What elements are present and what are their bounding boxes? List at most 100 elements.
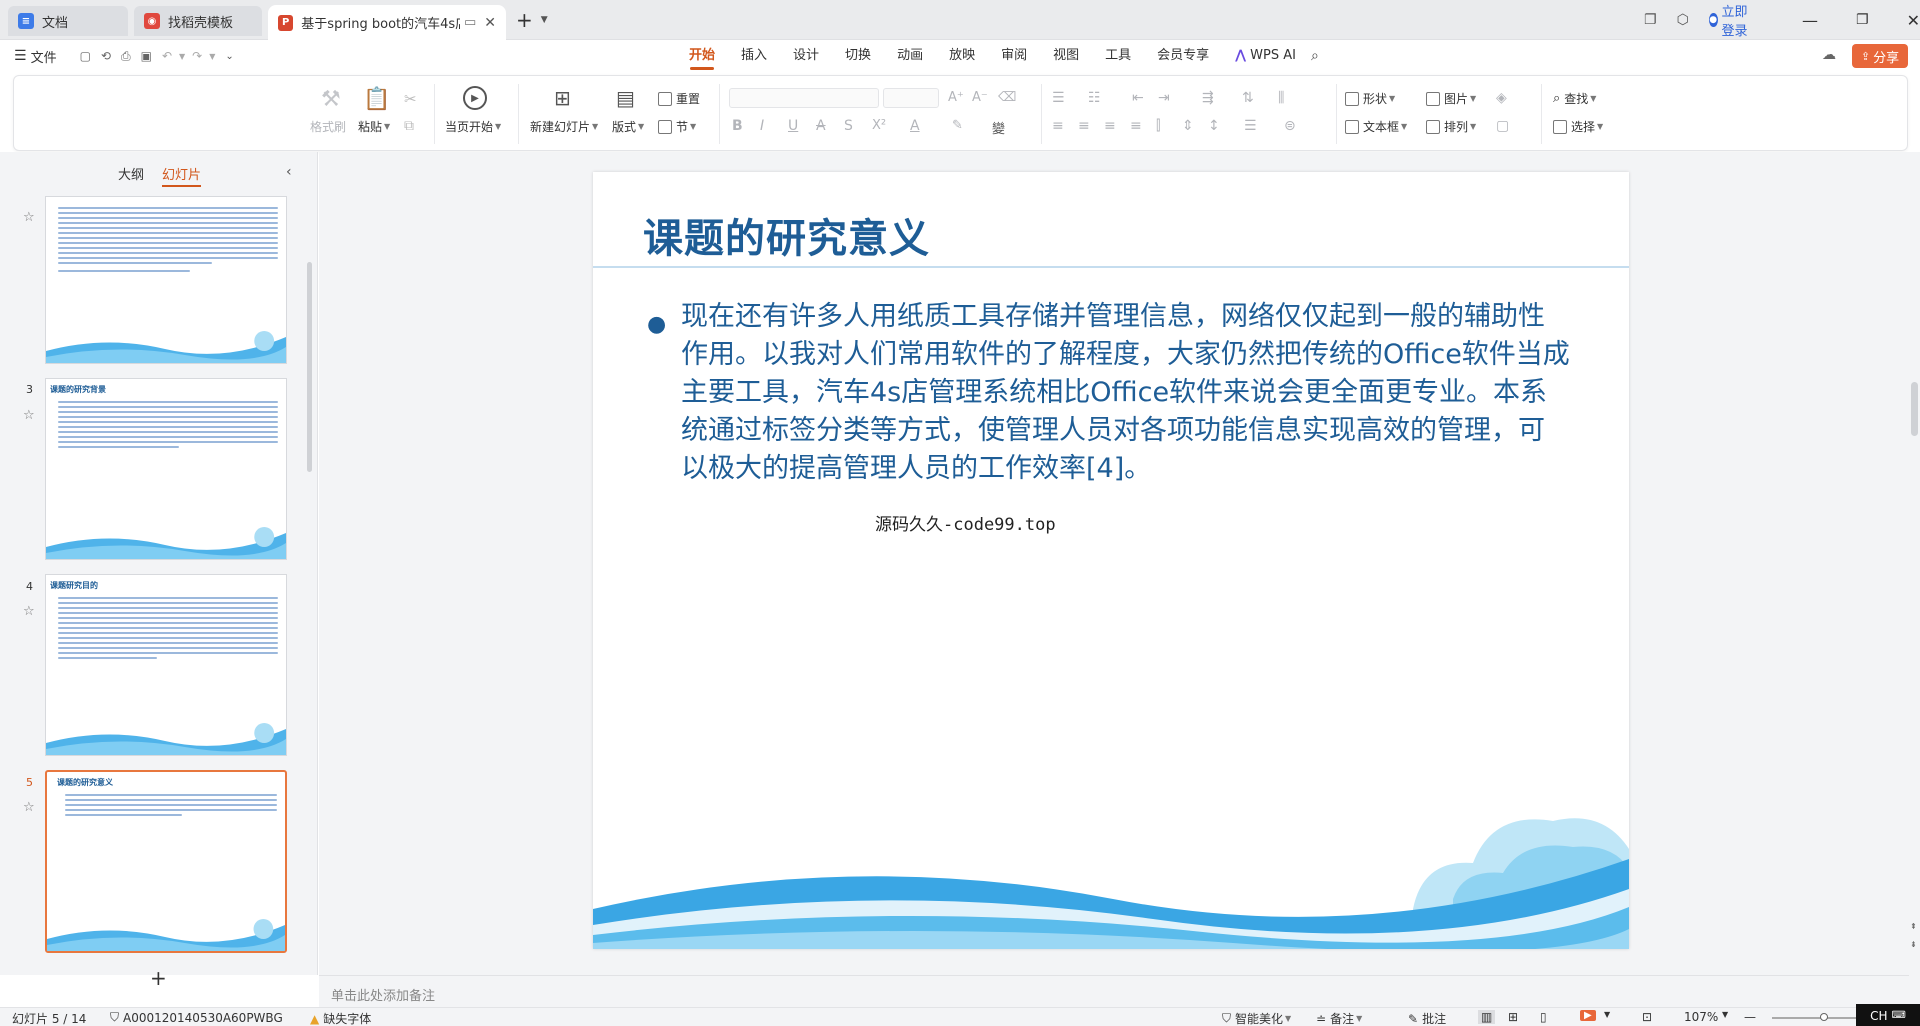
window-close-icon[interactable]: ✕	[1907, 11, 1920, 30]
tab-documents[interactable]: ≡ 文档	[8, 6, 128, 36]
paste-icon[interactable]: 📋	[363, 87, 390, 112]
chevron-down-icon[interactable]: ▼	[1604, 1010, 1610, 1019]
tab-review[interactable]: 审阅	[988, 40, 1040, 72]
reset-button[interactable]: 重置	[658, 90, 700, 107]
slide-thumbnail-2[interactable]	[45, 196, 287, 364]
print-preview-icon[interactable]: ▣	[141, 49, 152, 63]
export-icon[interactable]: ⟲	[101, 49, 111, 63]
monitor-icon[interactable]: ▭	[464, 15, 476, 30]
slideshow-icon[interactable]: ▶	[1580, 1010, 1596, 1021]
tab-transition[interactable]: 切换	[832, 40, 884, 72]
new-slide-button[interactable]: 新建幻灯片 ▼	[530, 118, 598, 135]
align-left-icon[interactable]: ≡	[1052, 118, 1064, 134]
undo-icon[interactable]: ↶	[162, 49, 172, 63]
section-button[interactable]: 节 ▼	[658, 118, 696, 135]
close-icon[interactable]: ✕	[484, 15, 496, 31]
vertical-align-icon[interactable]: ⇕	[1182, 118, 1194, 134]
indent-icon[interactable]: ⇥	[1158, 90, 1170, 106]
star-icon[interactable]: ☆	[23, 408, 35, 423]
login-button[interactable]: ● 立即登录	[1708, 1, 1754, 39]
tab-view[interactable]: 视图	[1040, 40, 1092, 72]
highlight-icon[interactable]: ✎	[952, 118, 963, 133]
distribute-icon[interactable]: ⫿	[1156, 118, 1160, 134]
new-slide-icon[interactable]: ⊞	[554, 86, 571, 110]
justify-icon[interactable]: ≡	[1130, 118, 1142, 134]
align-center-icon[interactable]: ≡	[1078, 118, 1090, 134]
tab-home[interactable]: 开始	[676, 40, 728, 72]
star-icon[interactable]: ☆	[23, 604, 35, 619]
line-spacing-icon[interactable]: ☰	[1244, 118, 1257, 134]
layout-icon[interactable]: ▤	[616, 86, 635, 110]
minimize-icon[interactable]: —	[1802, 11, 1818, 30]
text-direction-icon[interactable]: ⇶	[1202, 90, 1214, 106]
doc-id[interactable]: ⛉ A000120140530A60PWBG	[110, 1010, 283, 1025]
textbox-button[interactable]: 文本框 ▼	[1345, 118, 1407, 135]
smart-art-icon[interactable]: ⊜	[1284, 118, 1296, 134]
chevron-down-icon[interactable]: ▼	[541, 15, 548, 25]
numbering-icon[interactable]: ☷	[1088, 90, 1101, 106]
strike-icon[interactable]: A	[816, 118, 826, 134]
reading-view-icon[interactable]: ▯	[1540, 1010, 1547, 1024]
scroll-down-icon[interactable]: ⇟	[1910, 940, 1917, 949]
underline-icon[interactable]: U	[788, 118, 798, 134]
tab-outline[interactable]: 大纲	[118, 164, 144, 187]
slide-thumbnail-4[interactable]: 课题研究目的	[45, 574, 287, 756]
tab-tools[interactable]: 工具	[1092, 40, 1144, 72]
more-icon[interactable]: ⌄	[225, 51, 233, 62]
collapse-panel-icon[interactable]: ‹	[286, 164, 292, 180]
format-painter-button[interactable]: 格式刷	[310, 118, 346, 135]
layout-button[interactable]: 版式 ▼	[612, 118, 644, 135]
tab-design[interactable]: 设计	[780, 40, 832, 72]
slide-sorter-icon[interactable]: ⊞	[1508, 1010, 1518, 1024]
fit-window-icon[interactable]: ⊡	[1642, 1010, 1652, 1024]
notes-pane[interactable]: 单击此处添加备注	[319, 975, 1909, 1007]
bold-icon[interactable]: B	[732, 118, 743, 134]
star-icon[interactable]: ☆	[23, 210, 35, 225]
font-family-select[interactable]	[729, 88, 879, 108]
play-icon[interactable]: ▶	[463, 86, 487, 110]
tab-slideshow[interactable]: 放映	[936, 40, 988, 72]
tab-templates[interactable]: ◉ 找稻壳模板	[134, 6, 262, 36]
select-button[interactable]: 选择 ▼	[1553, 118, 1603, 135]
find-button[interactable]: ⌕ 查找 ▼	[1553, 90, 1596, 107]
chevron-down-icon[interactable]: ▼	[209, 52, 215, 61]
chevron-down-icon[interactable]: ▼	[1722, 1010, 1728, 1019]
cloud-upload-icon[interactable]: ☁	[1822, 47, 1836, 63]
panel-scrollbar[interactable]	[307, 262, 312, 472]
format-painter-icon[interactable]: ⚒	[321, 87, 341, 112]
notes-button[interactable]: ≐ 备注 ▼	[1316, 1010, 1362, 1026]
save-icon[interactable]: ▢	[80, 49, 91, 63]
print-icon[interactable]: ⎙	[121, 49, 131, 64]
slide-thumbnail-3[interactable]: 课题的研究背景	[45, 378, 287, 560]
beautify-button[interactable]: ⛉ 智能美化 ▼	[1222, 1010, 1291, 1026]
align-right-icon[interactable]: ≡	[1104, 118, 1116, 134]
font-grow-icon[interactable]: A⁺	[948, 90, 964, 105]
normal-view-icon[interactable]: ▥	[1478, 1010, 1496, 1024]
shadow-icon[interactable]: S	[844, 118, 853, 134]
hamburger-icon[interactable]: ☰	[14, 48, 27, 64]
cube-icon[interactable]: ⬡	[1677, 12, 1689, 28]
from-current-button[interactable]: 当页开始 ▼	[445, 118, 501, 135]
font-color-icon[interactable]: A	[910, 118, 920, 134]
ime-indicator[interactable]: CH ⌨	[1856, 1004, 1920, 1026]
cut-icon[interactable]: ✂	[404, 90, 417, 108]
star-icon[interactable]: ☆	[23, 800, 35, 815]
search-icon[interactable]: ⌕	[1311, 48, 1319, 64]
missing-font-button[interactable]: ▲ 缺失字体	[310, 1010, 371, 1026]
add-slide-icon[interactable]: +	[150, 966, 167, 990]
restore-icon[interactable]: ❐	[1856, 12, 1869, 28]
window-switch-icon[interactable]: ❐	[1644, 12, 1657, 28]
superscript-icon[interactable]: X²	[872, 118, 886, 133]
font-size-select[interactable]	[883, 88, 939, 108]
tab-animation[interactable]: 动画	[884, 40, 936, 72]
font-shrink-icon[interactable]: A⁻	[972, 90, 988, 105]
share-button[interactable]: ⇪ 分享	[1852, 44, 1908, 68]
vertical-scrollbar[interactable]: ⇞ ⇟	[1909, 152, 1920, 1007]
bullets-icon[interactable]: ☰	[1052, 90, 1065, 106]
wps-ai-button[interactable]: ⋀ WPS AI	[1222, 40, 1309, 72]
tab-insert[interactable]: 插入	[728, 40, 780, 72]
sort-icon[interactable]: ⇅	[1242, 90, 1254, 106]
scroll-up-icon[interactable]: ⇞	[1910, 922, 1917, 931]
tab-member[interactable]: 会员专享	[1144, 40, 1222, 72]
slide[interactable]: 课题的研究意义 ● 现在还有许多人用纸质工具存储并管理信息，网络仅仅起到一般的辅…	[593, 172, 1629, 949]
